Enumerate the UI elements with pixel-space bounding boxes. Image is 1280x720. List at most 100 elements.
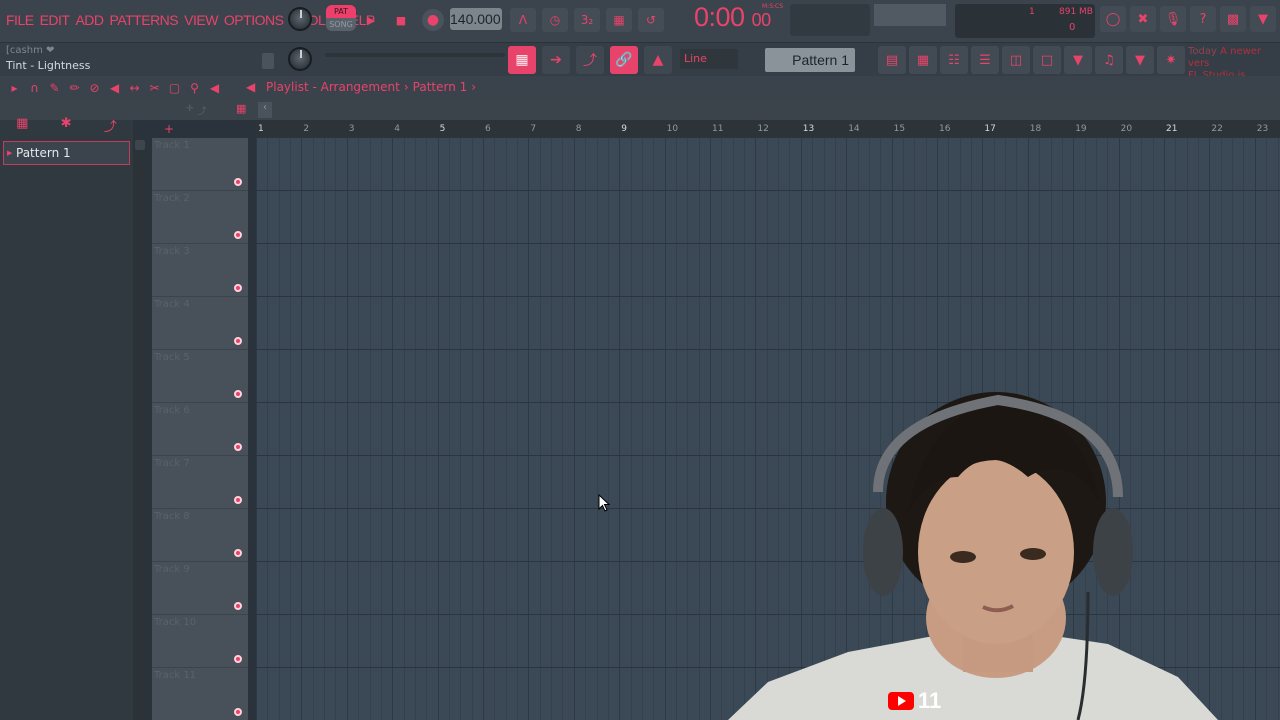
piano-roll-window-icon[interactable]: ▦ [909, 46, 937, 74]
stop-icon[interactable]: ■ [390, 9, 412, 31]
piano-roll-icon[interactable]: ▦ [508, 46, 536, 74]
plugin-database-icon[interactable]: ▼ [1064, 46, 1092, 74]
cpu-icon[interactable]: ✷ [1157, 46, 1185, 74]
collapse-icon[interactable]: ‹ [258, 102, 272, 118]
magnet-icon[interactable]: ∩ [28, 81, 41, 95]
help-icon[interactable]: ? [1190, 6, 1216, 32]
record-button[interactable]: ● [422, 9, 444, 31]
speaker-icon[interactable]: ▼ [1126, 46, 1154, 74]
picker-scrollbar[interactable] [133, 138, 147, 720]
master-pitch-knob[interactable] [288, 47, 312, 71]
step-edit-icon[interactable]: ▦ [606, 8, 632, 32]
online-icon[interactable]: ◯ [1100, 6, 1126, 32]
loop-record-icon[interactable]: ↺ [638, 8, 664, 32]
picker-audio-icon[interactable]: ✱ [61, 116, 72, 136]
file-icon[interactable]: □ [1033, 46, 1061, 74]
menu-options[interactable]: OPTIONS [224, 12, 284, 28]
menu-add[interactable]: ADD [75, 12, 104, 28]
crumb-pattern[interactable]: Pattern 1 [413, 80, 468, 94]
track-mute-icon[interactable] [234, 496, 242, 504]
track-header[interactable]: Track 3 [152, 244, 248, 297]
slip-icon[interactable]: ↔ [128, 81, 141, 95]
track-mute-icon[interactable] [234, 549, 242, 557]
pat-song-toggle[interactable]: PAT SONG [326, 5, 356, 33]
menu-view[interactable]: VIEW [184, 12, 218, 28]
snap-selector[interactable]: Line [680, 49, 738, 69]
menu-file[interactable]: FILE [6, 12, 34, 28]
pattern-selector[interactable]: Pattern 1 [765, 48, 855, 72]
timeline-ruler[interactable]: 1 2 3 4 5 6 7 8 9 10 11 12 13 14 15 16 17 18 19 20 21 22 23 [256, 120, 1280, 138]
piano-mini-icon[interactable]: ▦ [236, 102, 246, 115]
track-mute-icon[interactable] [234, 602, 242, 610]
youtube-counter: 11 [918, 688, 942, 713]
stamp-icon[interactable]: ▲ [644, 46, 672, 74]
track-mute-icon[interactable] [234, 337, 242, 345]
countdown-icon[interactable]: 3₂ [574, 8, 600, 32]
picker-pattern-item[interactable]: Pattern 1 [3, 141, 130, 165]
arrow-right-icon[interactable]: ➔ [542, 46, 570, 74]
track-mute-icon[interactable] [234, 708, 242, 716]
grid-beat-line [698, 138, 700, 720]
picker-automation-icon[interactable]: ⤴ [104, 116, 117, 136]
tools-icon[interactable]: ✖ [1130, 6, 1156, 32]
track-header[interactable]: Track 8 [152, 509, 248, 562]
track-mute-icon[interactable] [234, 443, 242, 451]
track-header[interactable]: Track 6 [152, 403, 248, 456]
channel-rack-icon[interactable]: ☷ [940, 46, 968, 74]
select-icon[interactable]: ▢ [168, 81, 181, 95]
options-arrow-icon[interactable]: ▸ [8, 81, 21, 95]
pencil-icon[interactable]: ✎ [48, 81, 61, 95]
link-icon[interactable]: 🔗 [610, 46, 638, 74]
browser-icon[interactable]: ◫ [1002, 46, 1030, 74]
main-volume-knob[interactable] [288, 7, 312, 31]
paint-icon[interactable]: ✏ [68, 81, 81, 95]
track-header[interactable]: Track 1 [152, 138, 248, 191]
playlist-icon[interactable]: ▤ [878, 46, 906, 74]
cpu-memory-panel: 1 891 MB 0 [955, 4, 1095, 38]
lock-icon[interactable] [262, 53, 274, 69]
playback-icon[interactable]: ◀ [208, 81, 221, 95]
menu-edit[interactable]: EDIT [40, 12, 70, 28]
delete-icon[interactable]: ⊘ [88, 81, 101, 95]
grid-beat-line [721, 138, 723, 720]
tempo-display[interactable]: 140.000 [450, 8, 502, 30]
save-icon[interactable]: ▩ [1220, 6, 1246, 32]
song-mode-label[interactable]: SONG [326, 18, 356, 31]
track-header[interactable]: Track 4 [152, 297, 248, 350]
pat-mode-label[interactable]: PAT [326, 5, 356, 18]
nav-arrow-icon[interactable]: ◀ [246, 80, 255, 94]
slide-icon[interactable]: ⤴ [576, 46, 604, 74]
track-mute-icon[interactable] [234, 231, 242, 239]
picker-patterns-icon[interactable]: ▦ [16, 116, 28, 136]
master-volume-slider[interactable] [325, 53, 505, 57]
grid-beat-line [494, 138, 496, 720]
track-mute-icon[interactable] [234, 655, 242, 663]
menu-patterns[interactable]: PATTERNS [110, 12, 179, 28]
plugin-icon[interactable]: ▼ [1250, 6, 1276, 32]
microphone-icon[interactable]: 🎙 [1160, 6, 1186, 32]
move-icon[interactable]: ✛ [186, 104, 194, 117]
add-track-icon[interactable]: + [164, 122, 174, 136]
track-header[interactable]: Track 11 [152, 668, 248, 720]
track-header[interactable]: Track 7 [152, 456, 248, 509]
track-header[interactable]: Track 5 [152, 350, 248, 403]
window-shortcuts: ◯ ✖ 🎙 ? ▩ ▼ [1100, 6, 1276, 32]
track-header[interactable]: Track 2 [152, 191, 248, 244]
track-mute-icon[interactable] [234, 390, 242, 398]
track-name: Track 9 [154, 564, 190, 575]
play-icon[interactable]: ▶ [360, 9, 382, 31]
crumb-playlist[interactable]: Playlist - Arrangement [266, 80, 400, 94]
track-mute-icon[interactable] [234, 178, 242, 186]
zoom-icon[interactable]: ⚲ [188, 81, 201, 95]
track-header[interactable]: Track 9 [152, 562, 248, 615]
metronome-icon[interactable]: Λ [510, 8, 536, 32]
scroll-thumb[interactable] [135, 140, 145, 150]
track-header[interactable]: Track 10 [152, 615, 248, 668]
slice-icon[interactable]: ✂ [148, 81, 161, 95]
track-mute-icon[interactable] [234, 284, 242, 292]
curve-icon[interactable]: ⤴ [198, 104, 207, 117]
wait-input-icon[interactable]: ◷ [542, 8, 568, 32]
guitar-icon[interactable]: ♫ [1095, 46, 1123, 74]
mute-icon[interactable]: ◀ [108, 81, 121, 95]
mixer-icon[interactable]: ☰ [971, 46, 999, 74]
